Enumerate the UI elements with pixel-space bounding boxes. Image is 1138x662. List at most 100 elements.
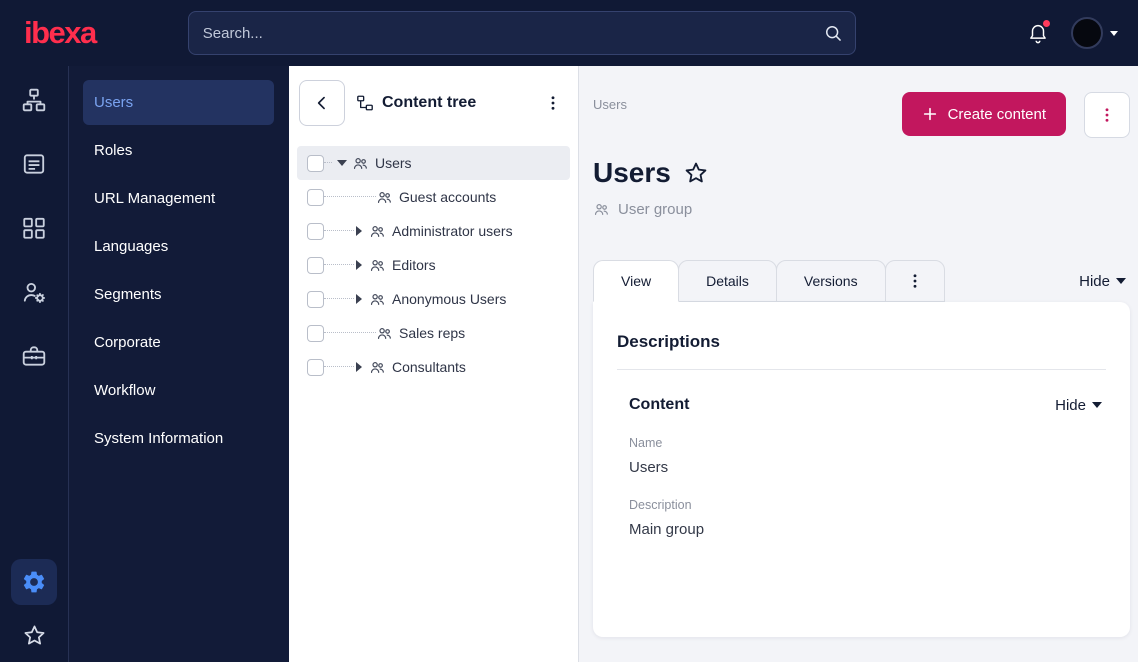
tree-item-users[interactable]: Users (297, 146, 570, 180)
content-section-header: Content Hide (629, 396, 1106, 414)
expand-node-caret[interactable] (356, 260, 362, 270)
tree-item-label[interactable]: Editors (392, 257, 436, 273)
sidebar-item-label: Corporate (94, 334, 161, 351)
tree-item-label[interactable]: Administrator users (392, 223, 513, 239)
create-content-button[interactable]: Create content (901, 92, 1066, 136)
header-actions: Create content (901, 92, 1130, 138)
tab-more[interactable] (884, 260, 945, 302)
chevron-left-icon (317, 96, 325, 110)
sidebar-item-corporate[interactable]: Corporate (83, 320, 274, 365)
sitemap-icon (22, 88, 46, 112)
notifications-button[interactable] (1025, 20, 1051, 46)
tree-item-administrator-users[interactable]: Administrator users (297, 214, 570, 248)
admin-users-rail-item[interactable] (21, 279, 47, 305)
sidebar-item-languages[interactable]: Languages (83, 224, 274, 269)
admin-sidebar: Users Roles URL Management Languages Seg… (69, 66, 289, 662)
gear-icon (23, 571, 45, 593)
expand-node-caret[interactable] (356, 294, 362, 304)
collapse-node-caret[interactable] (337, 160, 347, 166)
tree-item-checkbox[interactable] (307, 358, 324, 376)
tree-item-label[interactable]: Anonymous Users (392, 291, 506, 307)
tree-item-checkbox[interactable] (307, 256, 324, 274)
search-icon[interactable] (823, 23, 843, 43)
tree-item-checkbox[interactable] (307, 324, 324, 342)
bookmarks-rail-item[interactable] (22, 623, 47, 648)
tree-item-label[interactable]: Guest accounts (399, 189, 496, 205)
tab-view[interactable]: View (593, 260, 680, 302)
topbar: ibexa (0, 0, 1138, 66)
plus-icon (923, 107, 936, 121)
tree-guide (324, 230, 354, 232)
field-value: Users (629, 459, 669, 476)
tree-item-checkbox[interactable] (307, 222, 324, 240)
tools-rail-item[interactable] (21, 343, 47, 369)
sidebar-item-segments[interactable]: Segments (83, 272, 274, 317)
tree-item-anonymous-users[interactable]: Anonymous Users (297, 282, 570, 316)
user-group-icon (376, 325, 393, 342)
hide-label: Hide (1079, 272, 1110, 290)
hide-label: Hide (1055, 396, 1086, 414)
content-tree-icon (357, 95, 373, 111)
user-group-icon (352, 155, 369, 172)
descriptions-heading: Descriptions (617, 332, 720, 351)
user-group-icon (376, 189, 393, 206)
sidebar-item-label: Languages (94, 238, 169, 255)
user-group-icon (369, 257, 386, 274)
person-gear-icon (23, 282, 45, 303)
favorite-star-button[interactable] (683, 160, 709, 186)
settings-rail-item[interactable] (11, 559, 57, 605)
field-label: Description (629, 498, 692, 512)
sidebar-item-label: URL Management (94, 190, 216, 207)
tab-label: View (621, 273, 652, 289)
tree-item-sales-reps[interactable]: Sales reps (297, 316, 570, 350)
user-group-icon (369, 291, 386, 308)
search-input[interactable] (187, 11, 856, 55)
main-content: Users Create content Users User group Vi… (579, 66, 1138, 662)
tree-guide (324, 264, 354, 266)
chevron-down-icon (1116, 278, 1126, 284)
tree-options-button[interactable] (540, 90, 566, 116)
ibexa-logo[interactable]: ibexa (24, 15, 97, 51)
avatar[interactable] (1071, 17, 1103, 49)
expand-node-caret[interactable] (356, 226, 362, 236)
tab-versions[interactable]: Versions (775, 260, 886, 302)
sidebar-item-roles[interactable]: Roles (83, 128, 274, 173)
tree-item-guest-accounts[interactable]: Guest accounts (297, 180, 570, 214)
sidebar-item-workflow[interactable]: Workflow (83, 368, 274, 413)
topbar-actions (1025, 17, 1118, 49)
tree-item-checkbox[interactable] (307, 188, 324, 206)
content-structure-rail-item[interactable] (21, 87, 47, 113)
icon-rail (0, 66, 69, 662)
tab-details[interactable]: Details (678, 260, 777, 302)
modules-rail-item[interactable] (21, 215, 47, 241)
sidebar-item-users[interactable]: Users (83, 80, 274, 125)
tab-label: Versions (803, 273, 858, 289)
content-section-title: Content (629, 396, 690, 413)
field-label: Name (629, 436, 663, 450)
user-menu[interactable] (1071, 17, 1118, 49)
tree-item-label[interactable]: Consultants (392, 359, 466, 375)
content-rail-item[interactable] (21, 151, 47, 177)
breadcrumb[interactable]: Users (593, 97, 627, 112)
tree-item-checkbox[interactable] (307, 154, 324, 172)
hide-tabs-button[interactable]: Hide (1079, 273, 1130, 290)
hide-section-button[interactable]: Hide (1055, 397, 1106, 414)
page-options-button[interactable] (1084, 92, 1130, 138)
toolbox-icon (22, 346, 46, 366)
tree-item-consultants[interactable]: Consultants (297, 350, 570, 384)
global-search (187, 11, 856, 55)
tab-label: Details (706, 273, 749, 289)
sidebar-item-label: Workflow (94, 382, 156, 399)
tree-item-label[interactable]: Users (375, 155, 412, 171)
sidebar-item-label: System Information (94, 430, 224, 447)
kebab-menu-icon (1105, 108, 1109, 122)
tree-item-editors[interactable]: Editors (297, 248, 570, 282)
sidebar-item-system-information[interactable]: System Information (83, 416, 274, 461)
sidebar-item-url-management[interactable]: URL Management (83, 176, 274, 221)
tree-item-label[interactable]: Sales reps (399, 325, 465, 341)
sidebar-item-label: Users (94, 94, 134, 111)
expand-node-caret[interactable] (356, 362, 362, 372)
field-value: Main group (629, 521, 705, 538)
tree-item-checkbox[interactable] (307, 290, 324, 308)
collapse-tree-button[interactable] (299, 80, 345, 126)
